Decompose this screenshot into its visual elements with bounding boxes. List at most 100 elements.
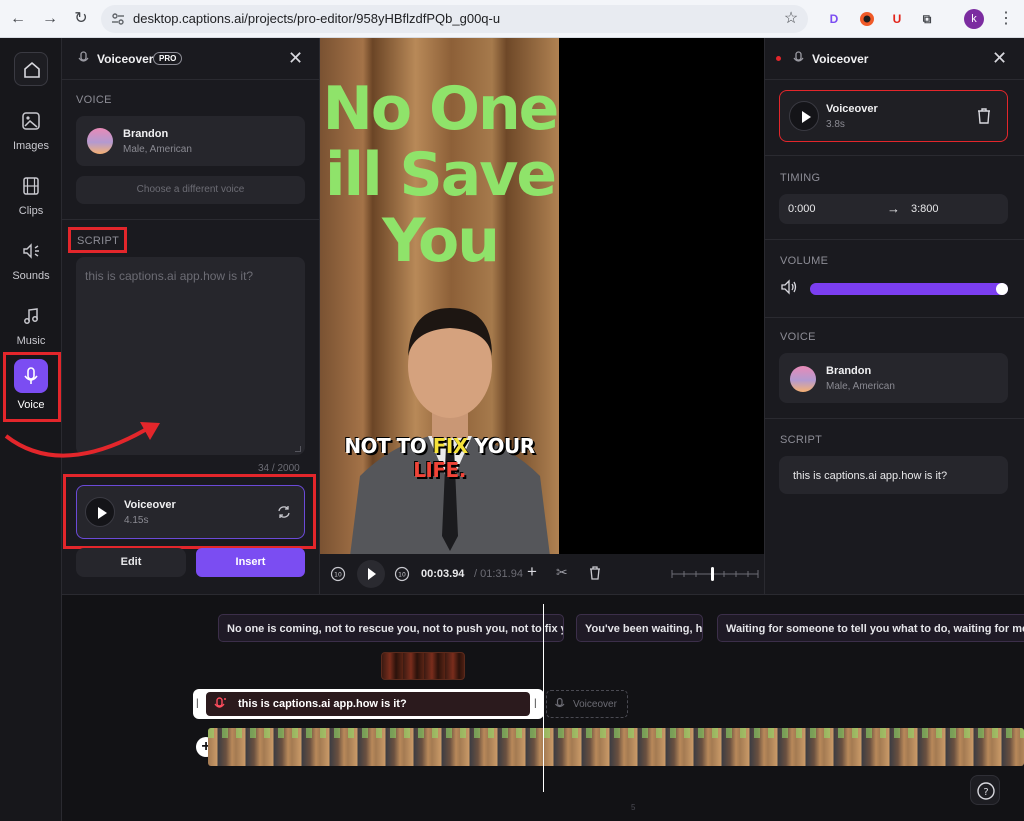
trash-icon[interactable] xyxy=(588,565,602,581)
forward-icon[interactable]: → xyxy=(40,9,60,29)
address-bar[interactable]: desktop.captions.ai/projects/pro-editor/… xyxy=(101,5,808,33)
voice-name: Brandon xyxy=(826,365,872,377)
headline-line: No One xyxy=(322,74,559,144)
timing-section-label: TIMING xyxy=(780,172,821,184)
sound-wave-icon xyxy=(23,243,39,259)
menu-dots-icon[interactable]: ⋮ xyxy=(996,9,1016,29)
forward-10-icon[interactable]: 10 xyxy=(394,566,410,582)
rail-item-voice[interactable]: Voice xyxy=(0,357,62,415)
help-button[interactable]: ? xyxy=(970,775,1000,805)
right-voice-card[interactable]: Brandon Male, American xyxy=(779,353,1008,403)
close-icon[interactable]: ✕ xyxy=(288,48,303,69)
rail-item-images[interactable]: Images xyxy=(0,104,62,162)
rail-label: Music xyxy=(16,335,46,347)
rail-item-music[interactable]: Music xyxy=(0,299,62,357)
presenter-figure xyxy=(350,308,550,554)
scissors-icon[interactable]: ✂ xyxy=(556,564,568,581)
extension-circle-icon[interactable] xyxy=(857,9,877,29)
voice-tile[interactable] xyxy=(14,359,48,393)
choose-voice-button[interactable]: Choose a different voice xyxy=(76,176,305,204)
ruler-mark: 5 xyxy=(631,803,636,812)
rewind-10-icon[interactable]: 10 xyxy=(330,566,346,582)
playhead[interactable] xyxy=(543,604,544,792)
edit-button[interactable]: Edit xyxy=(76,548,186,577)
back-icon[interactable]: ← xyxy=(8,9,28,29)
voiceover-mic-icon xyxy=(791,50,807,66)
panel-title: Voiceover xyxy=(97,52,154,66)
caption-text: YOUR xyxy=(467,434,535,458)
svg-text:10: 10 xyxy=(334,572,342,579)
trim-handle-left[interactable]: | xyxy=(196,698,199,709)
right-script-field[interactable]: this is captions.ai app.how is it? xyxy=(779,456,1008,494)
track-text-strip xyxy=(208,728,1024,738)
timing-end: 3:800 xyxy=(911,203,939,215)
char-count: 34 / 2000 xyxy=(258,463,300,474)
right-panel-title: Voiceover xyxy=(812,52,869,66)
selected-clip-card[interactable]: Voiceover 3.8s xyxy=(779,90,1008,142)
volume-slider[interactable] xyxy=(810,283,1008,295)
clip-play-button[interactable] xyxy=(789,101,819,131)
extension-d-icon[interactable]: D xyxy=(824,9,844,29)
add-icon[interactable]: + xyxy=(527,562,537,582)
voice-clip[interactable]: this is captions.ai app.how is it? xyxy=(206,692,530,716)
recording-dot xyxy=(776,56,781,61)
timing-field[interactable]: 0:000 → 3:800 xyxy=(779,194,1008,224)
voice-clip-frame[interactable]: | this is captions.ai app.how is it? | xyxy=(193,689,544,719)
voice-section-label: VOICE xyxy=(76,94,112,106)
voice-desc: Male, American xyxy=(826,381,895,392)
divider xyxy=(764,239,1024,240)
rail-item-sounds[interactable]: Sounds xyxy=(0,234,62,292)
ghost-voiceover-clip[interactable]: Voiceover xyxy=(546,690,628,718)
play-icon xyxy=(368,568,376,580)
script-placeholder: this is captions.ai app.how is it? xyxy=(85,269,254,283)
browser-toolbar: ← → ↻ desktop.captions.ai/projects/pro-e… xyxy=(0,0,1024,38)
extensions-puzzle-icon[interactable]: ⧉ xyxy=(917,9,937,29)
preview-duration: 4.15s xyxy=(124,515,149,526)
caption-clip[interactable]: No one is coming, not to rescue you, not… xyxy=(218,614,564,642)
divider xyxy=(764,79,1024,80)
rail-label: Sounds xyxy=(12,270,50,282)
script-section-label: SCRIPT xyxy=(77,235,120,247)
delete-icon[interactable] xyxy=(976,107,992,125)
regenerate-icon[interactable] xyxy=(276,504,292,520)
play-button[interactable] xyxy=(85,497,115,527)
voice-avatar xyxy=(790,366,816,392)
rail-item-clips[interactable]: Clips xyxy=(0,169,62,227)
close-icon[interactable]: ✕ xyxy=(992,48,1007,69)
extension-u-icon[interactable]: U xyxy=(887,9,907,29)
volume-knob[interactable] xyxy=(996,283,1008,295)
reload-icon[interactable]: ↻ xyxy=(71,9,91,29)
divider xyxy=(764,418,1024,419)
voice-section-label: VOICE xyxy=(780,331,816,343)
url-text: desktop.captions.ai/projects/pro-editor/… xyxy=(133,11,501,26)
volume-fill xyxy=(810,283,1008,295)
speaker-icon xyxy=(780,279,798,295)
svg-text:10: 10 xyxy=(398,572,406,579)
music-note-icon xyxy=(24,308,38,324)
video-headline: No One ill Save You xyxy=(320,76,559,274)
video-play-button[interactable] xyxy=(357,560,385,588)
caption-clip[interactable]: Waiting for someone to tell you what to … xyxy=(717,614,1024,642)
current-time: 00:03.94 xyxy=(421,568,465,580)
clip-thumbnail-strip[interactable] xyxy=(381,652,465,680)
zoom-slider[interactable] xyxy=(670,566,760,582)
caption-highlight: FIX xyxy=(432,434,469,458)
voice-clip-mic-icon xyxy=(212,696,228,712)
insert-button[interactable]: Insert xyxy=(196,548,305,577)
bookmark-star-icon[interactable]: ☆ xyxy=(781,9,801,29)
voice-card[interactable]: Brandon Male, American xyxy=(76,116,305,166)
site-settings-icon[interactable] xyxy=(111,12,125,26)
ghost-mic-icon xyxy=(553,697,567,711)
main-video-track[interactable] xyxy=(208,728,1024,766)
home-button[interactable] xyxy=(14,52,48,86)
resize-handle[interactable] xyxy=(295,446,301,452)
caption-clip[interactable]: You've been waiting, ha xyxy=(576,614,703,642)
images-icon xyxy=(22,112,40,130)
voice-desc: Male, American xyxy=(123,144,192,155)
script-section-label: SCRIPT xyxy=(780,434,823,446)
annotation-arrow xyxy=(4,422,160,458)
profile-avatar[interactable]: k xyxy=(964,9,984,29)
voiceover-mic-icon xyxy=(76,50,92,66)
trim-handle-right[interactable]: | xyxy=(534,698,537,709)
divider xyxy=(62,219,320,220)
